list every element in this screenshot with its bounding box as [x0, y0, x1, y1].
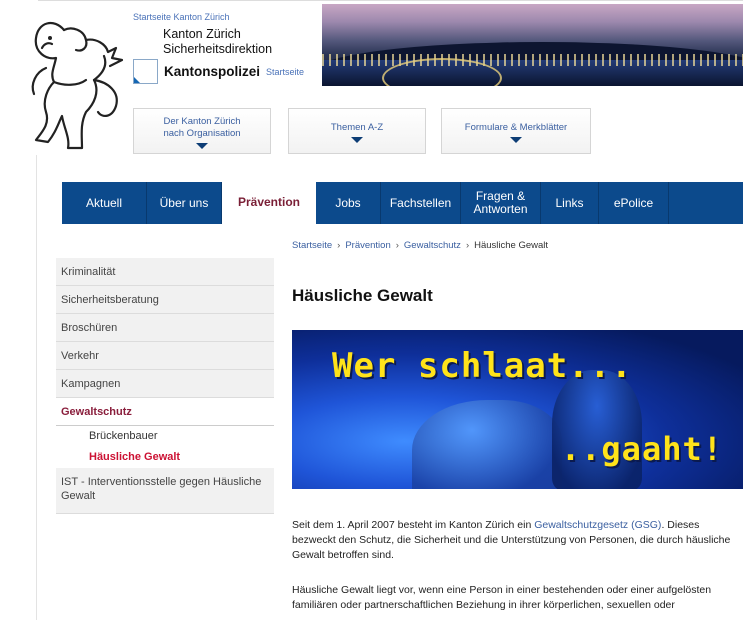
kapo-start-link[interactable]: Startseite [266, 67, 304, 77]
dropdown-formulare-label: Formulare & Merkblätter [464, 122, 568, 133]
sidebar-item-kriminalitaet[interactable]: Kriminalität [56, 258, 274, 286]
kanton-line-1: Kanton Zürich [163, 27, 241, 41]
chevron-down-icon [351, 137, 363, 143]
banner-city-lights [322, 54, 743, 66]
nav-item-jobs[interactable]: Jobs [316, 182, 381, 224]
sidebar-item-ist[interactable]: IST - Interventionsstelle gegen Häuslich… [56, 468, 274, 514]
breadcrumb-link-startseite[interactable]: Startseite [292, 240, 332, 251]
nav-item-ueber-uns[interactable]: Über uns [147, 182, 222, 224]
kanton-line-2: Sicherheitsdirektion [163, 42, 273, 56]
sidebar-item-kampagnen[interactable]: Kampagnen [56, 370, 274, 398]
nav-item-epolice[interactable]: ePolice [599, 182, 669, 224]
dropdown-organisation[interactable]: Der Kanton Zürich nach Organisation [133, 108, 271, 154]
sidebar-navigation: Kriminalität Sicherheitsberatung Broschü… [56, 258, 274, 514]
hero-image: Wer schlaat... ..gaaht! [292, 330, 743, 489]
top-border [0, 0, 743, 1]
breadcrumb-link-praevention[interactable]: Prävention [345, 240, 390, 251]
breadcrumb: Startseite › Prävention › Gewaltschutz › Häusl… [292, 240, 548, 251]
dropdown-themen-label: Themen A-Z [330, 122, 384, 133]
intro-paragraph: Seit dem 1. April 2007 besteht im Kanton… [292, 518, 732, 563]
dropdown-formulare[interactable]: Formulare & Merkblätter [441, 108, 591, 154]
hero-text-line-1: Wer schlaat... [332, 346, 633, 386]
left-divider [36, 155, 37, 620]
definition-paragraph: Häusliche Gewalt liegt vor, wenn eine Pe… [292, 584, 712, 611]
nav-item-aktuell[interactable]: Aktuell [62, 182, 147, 224]
breadcrumb-current: Häusliche Gewalt [474, 240, 549, 251]
dropdown-themen[interactable]: Themen A-Z [288, 108, 426, 154]
sidebar-item-verkehr[interactable]: Verkehr [56, 342, 274, 370]
nav-item-links[interactable]: Links [541, 182, 599, 224]
zurich-lion-logo[interactable] [24, 8, 132, 156]
chevron-down-icon [196, 143, 208, 149]
kanton-home-link[interactable]: Startseite Kanton Zürich [133, 12, 230, 22]
sidebar-subitem-brueckenbauer[interactable]: Brückenbauer [56, 426, 274, 447]
breadcrumb-separator: › [465, 240, 470, 251]
intro-text-before: Seit dem 1. April 2007 besteht im Kanton… [292, 519, 535, 531]
sidebar-item-broschueren[interactable]: Broschüren [56, 314, 274, 342]
zurich-flag-icon [133, 59, 158, 84]
kanton-name: Kanton Zürich Sicherheitsdirektion [163, 27, 272, 57]
header-banner-image [322, 4, 743, 86]
hero-text-line-2: ..gaaht! [560, 430, 723, 468]
gsg-link[interactable]: Gewaltschutzgesetz (GSG) [534, 519, 661, 531]
nav-item-fachstellen[interactable]: Fachstellen [381, 182, 461, 224]
sidebar-item-sicherheitsberatung[interactable]: Sicherheitsberatung [56, 286, 274, 314]
nav-item-praevention[interactable]: Prävention [222, 180, 316, 224]
chevron-down-icon [510, 137, 522, 143]
nav-item-fragen-antworten[interactable]: Fragen & Antworten [461, 182, 541, 224]
kapo-title-row: Kantonspolizei Startseite [133, 59, 304, 84]
sidebar-item-gewaltschutz[interactable]: Gewaltschutz [56, 398, 274, 426]
main-navigation: Aktuell Über uns Prävention Jobs Fachste… [62, 180, 743, 224]
sidebar-subitem-haeusliche-gewalt[interactable]: Häusliche Gewalt [56, 447, 274, 468]
hero-figure [412, 400, 562, 489]
breadcrumb-separator: › [337, 240, 341, 251]
page-title: Häusliche Gewalt [292, 286, 433, 305]
breadcrumb-link-gewaltschutz[interactable]: Gewaltschutz [404, 240, 461, 251]
breadcrumb-separator: › [395, 240, 399, 251]
kapo-name: Kantonspolizei [164, 64, 261, 79]
dropdown-organisation-label: Der Kanton Zürich nach Organisation [163, 116, 241, 139]
